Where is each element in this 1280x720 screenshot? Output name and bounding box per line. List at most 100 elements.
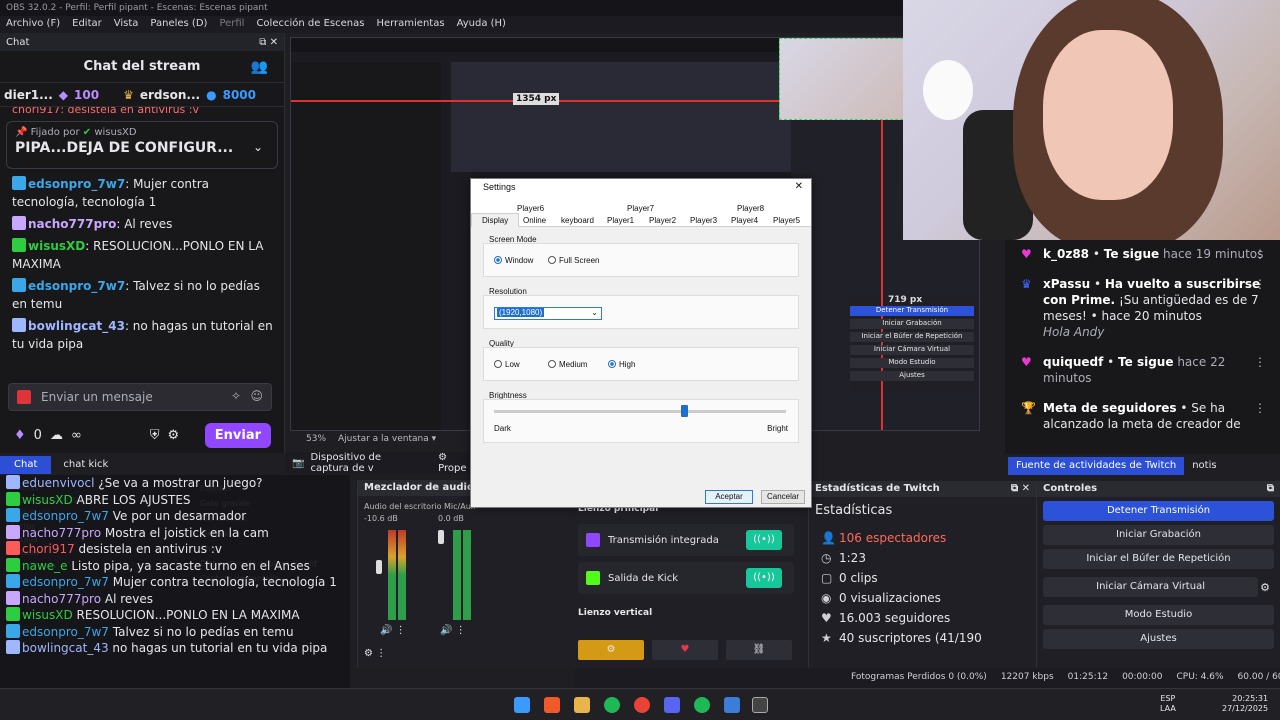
chat-username[interactable]: bowlingcat_43 [28,319,125,333]
channel-points-icon[interactable]: ♦ [14,428,26,443]
tab-keyboard[interactable]: keyboard [561,216,594,225]
tab-activity[interactable]: Fuente de actividades de Twitch [1008,457,1185,475]
close-icon[interactable]: ✕ [795,181,803,192]
chat-text: no hagas un tutorial en tu vida pipa [112,641,328,655]
settings-button[interactable]: Ajustes [1043,629,1274,649]
menu-item[interactable]: Perfil [219,18,244,31]
studio-mode-button[interactable]: Modo Estudio [1043,605,1274,625]
tab-player4[interactable]: Player4 [731,216,758,225]
chat-username[interactable]: nacho777pro [28,217,116,231]
ok-button[interactable]: Aceptar [705,490,753,504]
menu-item[interactable]: Colección de Escenas [256,18,364,31]
chat-message: edsonpro_7w7: Talvez si no lo pedías en … [12,278,260,311]
sparkle-icon[interactable]: ✧ [231,389,241,403]
spotify-icon[interactable] [694,697,710,713]
chat-text: Mostra el joistick en la cam [104,525,269,540]
send-button[interactable]: Enviar [204,422,271,448]
tab-player7[interactable]: Player7 [627,204,654,213]
tab-player3[interactable]: Player3 [690,216,717,225]
twitch-toggle[interactable]: ((•)) [746,530,782,550]
clock[interactable]: 20:25:31 27/12/2025 [1222,694,1268,714]
radio-window[interactable]: Window [494,256,533,265]
volume-slider-ch2[interactable] [438,530,444,544]
chrome-icon[interactable] [634,697,650,713]
chat-input[interactable]: Enviar un mensaje ✧ ☺ [8,383,272,411]
stats-heading: Estadísticas [815,503,893,518]
chat-text: RESOLUCION...PONLO EN LA MAXIMA [76,608,300,622]
radio-medium[interactable]: Medium [548,360,587,369]
start-recording-button[interactable]: Iniciar Grabación [1043,525,1274,545]
pinned-message[interactable]: 📌 Fijado por ✔ wisusXD PIPA...DEJA DE CO… [6,121,278,169]
quality-group: Low Medium High [483,347,799,381]
fit-select[interactable]: Ajustar a la ventana ▾ [338,434,436,446]
chat-username[interactable]: edsonpro_7w7 [28,279,125,293]
properties-button[interactable]: ⚙ Prope [438,452,470,474]
menu-item[interactable]: Vista [114,18,139,31]
dock-controls[interactable]: ⧉ ✕ [259,37,278,48]
folder-icon[interactable] [574,697,590,713]
tab-chat-kick[interactable]: chat kick [51,456,120,474]
mixer-settings-icon[interactable]: ⚙ ⋮ [364,648,386,659]
badge-icon [6,623,20,638]
tab-chat[interactable]: Chat [0,456,52,474]
chat-text: Al reves [124,217,173,231]
language-indicator[interactable]: ESP LAA [1160,694,1176,714]
tab-player2[interactable]: Player2 [649,216,676,225]
volume-slider-ch1[interactable] [376,560,382,574]
leader-name[interactable]: erdson... [140,88,200,102]
windows-start-icon[interactable] [514,697,530,713]
chevron-down-icon[interactable]: ⌄ [253,140,263,154]
chat-message: edsonpro_7w7: Mujer contra tecnología, t… [12,176,210,209]
badge-icon [6,607,20,621]
discord-icon[interactable] [664,697,680,713]
overlay-chat-line: wisusXD ABRE LOS AJUSTES [0,491,350,509]
shield-icon[interactable]: ⛨ [150,428,160,443]
radio-low[interactable]: Low [494,360,520,369]
tab-player1[interactable]: Player1 [607,216,634,225]
virtual-camera-button[interactable]: Iniciar Cámara Virtual [1043,577,1259,597]
tab-player8[interactable]: Player8 [737,204,764,213]
badge-icon [6,475,20,489]
menu-item[interactable]: Herramientas [376,18,444,31]
tab-player6[interactable]: Player6 [517,204,544,213]
emoji-icon[interactable]: ☺ [250,389,263,403]
overlay-chat-line: eduenvivocl ¿Se va a mostrar un juego? [0,475,350,492]
gear-icon[interactable]: ⚙ [168,428,180,443]
speaker-icon[interactable]: 🔊 ⋮ [380,625,406,636]
obs-icon[interactable] [752,697,768,713]
kick-toggle[interactable]: ((•)) [746,568,782,588]
resolution-select[interactable]: (1920,1080) ⌄ [494,307,602,320]
stop-stream-button[interactable]: Detener Transmisión [1043,501,1274,521]
infinity: ∞ [70,427,82,443]
speaker-icon[interactable]: 🔊 ⋮ [440,625,466,636]
settings-button[interactable]: ⚙ [578,640,644,660]
radio-fullscreen[interactable]: Full Screen [548,256,599,265]
menu-item[interactable]: Editar [72,18,102,31]
tab-display[interactable]: Display [471,213,520,227]
camera-icon: 📷 [292,457,305,469]
tab-player5[interactable]: Player5 [773,216,800,225]
spotify-icon[interactable] [604,697,620,713]
menu-item[interactable]: Paneles (D) [150,18,207,31]
star-icon: ★ [821,631,832,645]
tab-notis[interactable]: notis [1184,457,1224,475]
users-icon[interactable]: 👥 [251,59,268,75]
menu-item[interactable]: Archivo (F) [6,18,60,31]
controls-header: Controles ⧉ [1037,481,1280,497]
nested-btn: Iniciar Grabación [850,319,974,329]
link-button[interactable]: ⛓ [726,640,792,660]
menu-item[interactable]: Ayuda (H) [457,18,506,31]
replay-buffer-button[interactable]: Iniciar el Búfer de Repetición [1043,549,1274,569]
chat-username[interactable]: edsonpro_7w7 [28,177,125,191]
app-icon[interactable] [724,697,740,713]
radio-high[interactable]: High [608,360,635,369]
tab-online[interactable]: Online [523,216,546,225]
chat-username[interactable]: wisusXD [28,239,85,253]
brightness-thumb[interactable] [680,405,688,417]
leader-name[interactable]: dier1... [4,88,53,102]
uptime-stat: ◷ 1:23 [821,551,866,565]
heart-button[interactable]: ♥ [652,640,718,660]
brave-icon[interactable] [544,697,560,713]
gear-icon[interactable]: ⚙ [1260,581,1270,594]
cancel-button[interactable]: Cancelar [761,490,805,504]
